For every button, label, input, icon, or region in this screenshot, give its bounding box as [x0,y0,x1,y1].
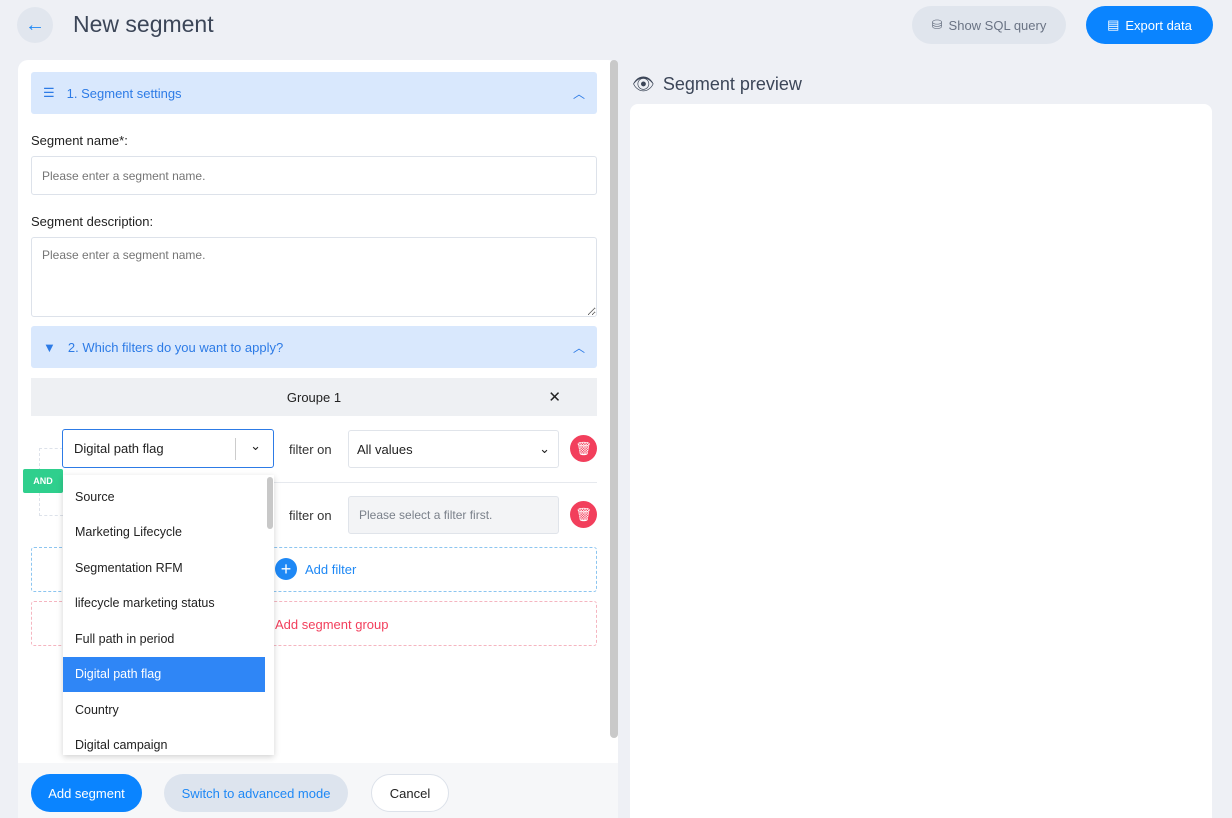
show-sql-label: Show SQL query [948,17,1047,33]
filter-on-label: filter on [289,508,332,523]
add-segment-group-label[interactable]: Add segment group [275,617,388,632]
add-filter-content[interactable]: + Add filter [275,558,356,580]
group-header: Groupe 1 ✕ [31,378,597,416]
preview-title-text: Segment preview [662,74,802,94]
add-filter-label: Add filter [305,561,357,577]
dropdown-scrollbar[interactable] [267,477,273,529]
segment-name-label: Segment name*: [31,133,128,148]
filters-header[interactable]: ▼ 2. Which filters do you want to apply? ︿ [31,326,597,368]
funnel-icon: ▼ [43,339,56,355]
dropdown-option[interactable]: Source [63,479,265,515]
eye-icon: 👁 [632,74,655,94]
segment-description-label: Segment description: [31,214,154,229]
dropdown-option[interactable]: Full path in period [63,621,265,657]
dropdown-option[interactable]: Digital campaign [63,728,265,756]
filter-field-value: Digital path flag [74,441,164,456]
chevron-down-icon: ⌄ [250,438,261,453]
trash-icon: 🗑 [575,506,592,522]
preview-title: 👁 Segment preview [632,74,802,95]
dropdown-option[interactable]: Segmentation RFM [63,550,265,586]
filter-on-label: filter on [289,442,332,457]
chevron-up-icon: ︿ [572,340,585,355]
delete-filter-button[interactable]: 🗑 [570,501,597,528]
filter-value: All values [357,441,413,457]
segment-settings-header[interactable]: ☰ 1. Segment settings ︿ [31,72,597,114]
form-scrollbar[interactable] [610,60,618,738]
plus-circle-icon: + [275,558,297,580]
back-button[interactable]: ← [17,7,53,43]
and-badge[interactable]: AND [23,469,63,493]
sliders-icon: ☰ [43,85,55,100]
segment-description-input[interactable] [31,237,597,317]
segment-name-input[interactable] [31,156,597,195]
export-label: Export data [1125,17,1192,33]
advanced-mode-button[interactable]: Switch to advanced mode [164,774,348,812]
database-search-icon: ⛁ [931,17,943,32]
filter-field-select[interactable]: Digital path flag ⌄ [62,429,274,468]
trash-icon: 🗑 [575,440,592,456]
dropdown-option[interactable]: Marketing Lifecycle [63,515,265,551]
filter-value-select-disabled: Please select a filter first. [348,496,559,534]
chevron-up-icon: ︿ [572,86,585,101]
export-icon: ▤ [1107,17,1120,32]
segment-preview-panel [630,104,1212,818]
dropdown-option[interactable]: Country [63,692,265,728]
dropdown-option-selected[interactable]: Digital path flag [63,656,265,692]
close-group-icon[interactable]: ✕ [548,388,561,406]
arrow-left-icon: ← [25,13,45,36]
cancel-button[interactable]: Cancel [371,774,449,812]
dropdown-option[interactable]: lifecycle marketing status [63,586,265,622]
page-title: New segment [73,11,214,37]
filter-value-select[interactable]: All values ⌄ [348,430,559,468]
show-sql-button[interactable]: ⛁ Show SQL query [912,6,1066,44]
group-title: Groupe 1 [286,389,342,405]
chevron-down-icon: ⌄ [539,441,550,456]
section-title: 2. Which filters do you want to apply? [67,339,284,355]
export-data-button[interactable]: ▤ Export data [1086,6,1213,44]
section-title: 1. Segment settings [66,85,182,101]
delete-filter-button[interactable]: 🗑 [570,435,597,462]
filter-field-dropdown: Source Marketing Lifecycle Segmentation … [63,475,274,755]
add-segment-button[interactable]: Add segment [31,774,142,812]
